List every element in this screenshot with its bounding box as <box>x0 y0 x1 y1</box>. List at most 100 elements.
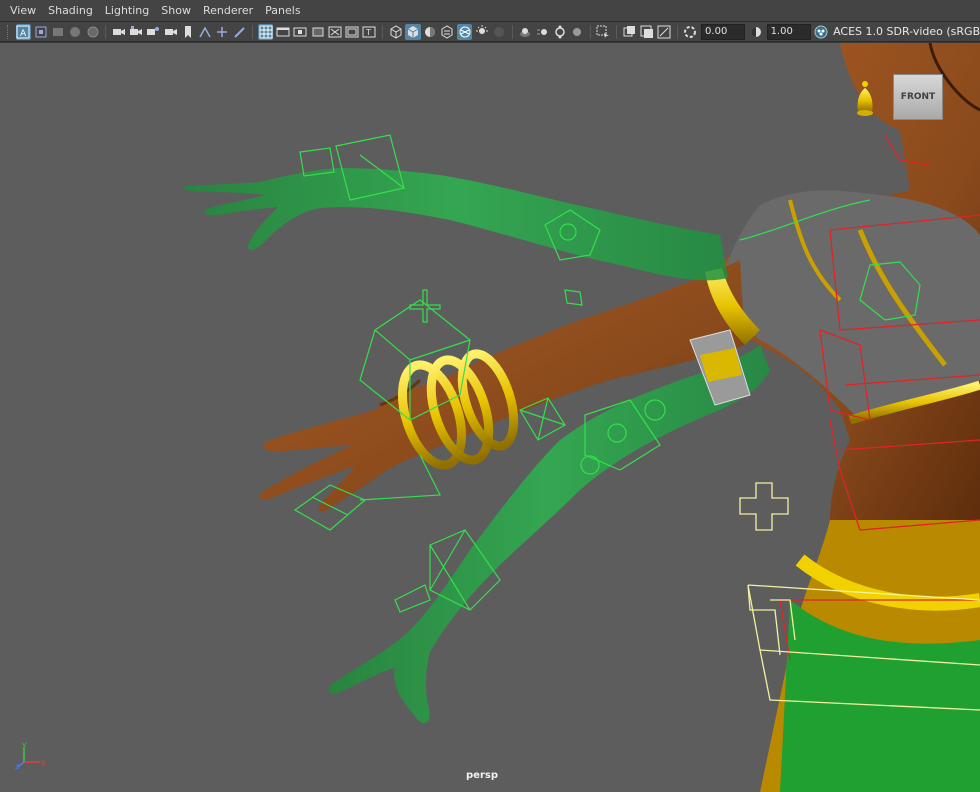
textured-cube-icon <box>441 24 453 39</box>
camera-gate-icon <box>129 25 142 35</box>
menu-lighting[interactable]: Lighting <box>99 0 155 22</box>
shaded-cube-icon <box>407 25 419 38</box>
resolution-gate-button[interactable] <box>128 24 143 40</box>
resolution-gate-icon <box>293 27 307 36</box>
toolbar-separator <box>616 24 618 39</box>
exposure-field[interactable]: 0.00 <box>701 23 746 40</box>
character-torso[interactable] <box>720 43 980 792</box>
menu-panels[interactable]: Panels <box>259 0 306 22</box>
x-axis-label: x <box>41 758 46 767</box>
smooth-shade-button[interactable] <box>405 23 421 40</box>
view-cube[interactable]: FRONT <box>893 74 943 120</box>
image-plane-icon <box>70 26 81 37</box>
shadows-button[interactable] <box>492 24 507 40</box>
motion-blur-button[interactable] <box>535 24 550 40</box>
toolbar-grip[interactable] <box>7 24 12 39</box>
safe-action-toggle-button[interactable] <box>345 24 360 40</box>
exposure-icon <box>684 25 697 38</box>
color-management-icon <box>814 25 828 38</box>
grid-icon <box>259 25 273 38</box>
camera-attributes-button[interactable] <box>33 24 48 40</box>
safe-action-button[interactable] <box>197 24 212 40</box>
lights-button[interactable] <box>474 24 489 40</box>
transform-icon <box>217 26 228 37</box>
resolution-gate-toggle-button[interactable] <box>293 24 308 40</box>
menu-renderer[interactable]: Renderer <box>197 0 259 22</box>
xray-button[interactable] <box>457 23 473 40</box>
menu-shading[interactable]: Shading <box>42 0 99 22</box>
safe-title-button[interactable] <box>215 24 230 40</box>
toolbar-separator <box>252 24 254 39</box>
svg-text:T: T <box>365 28 371 37</box>
gamma-field[interactable]: 1.00 <box>766 23 811 40</box>
field-chart-button[interactable] <box>163 24 178 40</box>
wireframe-button[interactable] <box>388 24 403 40</box>
field-chart-toggle-button[interactable] <box>327 24 342 40</box>
paint-icon <box>199 25 211 37</box>
svg-text:A: A <box>20 29 27 39</box>
motion-blur-icon <box>536 28 547 35</box>
gate-mask-button[interactable] <box>146 24 161 40</box>
textured-button[interactable] <box>440 24 455 40</box>
bookmark-button[interactable] <box>180 24 195 40</box>
shadow-icon <box>494 26 505 37</box>
default-material-button[interactable] <box>423 24 438 40</box>
anti-aliasing-button[interactable] <box>552 24 567 40</box>
gamma-button[interactable] <box>748 24 763 40</box>
select-camera-icon: A <box>16 25 30 39</box>
persp-viewport[interactable]: FRONT y z x persp <box>0 43 980 792</box>
camera-name-label: persp <box>466 770 498 781</box>
film-gate-button[interactable] <box>111 24 126 40</box>
screen-space-ao-button[interactable] <box>518 24 533 40</box>
view-cube-label: FRONT <box>900 92 936 102</box>
panel-toolbar: A T 0.00 1.00 ACES 1.0 SDR-video (sRGB <box>0 22 980 42</box>
light-bulb-icon <box>475 24 488 34</box>
menu-view[interactable]: View <box>4 0 42 22</box>
panel-menu-bar: View Shading Lighting Show Renderer Pane… <box>0 0 980 22</box>
grid-toggle-button[interactable] <box>258 23 274 40</box>
overlay-icon <box>640 25 653 38</box>
anti-aliasing-icon <box>555 25 565 38</box>
z-axis-label: z <box>15 762 19 770</box>
depth-of-field-button[interactable] <box>570 24 585 40</box>
image-plane-button[interactable] <box>68 24 83 40</box>
scene-canvas[interactable] <box>0 43 980 792</box>
isolate-select-icon <box>596 25 610 38</box>
camera-attributes-icon <box>35 26 47 37</box>
toolbar-separator <box>589 24 591 39</box>
gate-mask-icon <box>147 26 160 35</box>
gamma-icon <box>750 26 761 37</box>
film-gate-icon <box>276 27 290 36</box>
safe-title-toggle-button[interactable]: T <box>362 24 377 40</box>
ghost-arm-upper[interactable] <box>183 168 728 281</box>
title-icon: T <box>362 26 376 37</box>
isolate-select-button[interactable] <box>596 24 611 40</box>
toolbar-separator <box>511 24 513 39</box>
film-gate-toggle-button[interactable] <box>275 24 290 40</box>
menu-show[interactable]: Show <box>155 0 197 22</box>
two-d-pan-button[interactable] <box>85 24 100 40</box>
select-camera-button[interactable]: A <box>15 23 32 40</box>
exposure-button[interactable] <box>683 24 698 40</box>
grease-pencil-button[interactable] <box>232 24 247 40</box>
xray-joints-button[interactable] <box>622 24 637 40</box>
pencil-icon <box>233 26 245 38</box>
xray-icon <box>459 26 471 37</box>
toolbar-separator <box>382 24 383 39</box>
color-management-button[interactable] <box>814 24 829 40</box>
safe-action-icon <box>345 26 359 37</box>
backface-culling-button[interactable] <box>657 24 672 40</box>
mask-icon <box>312 27 324 36</box>
two-d-pan-icon <box>87 26 98 37</box>
field-chart-icon <box>164 28 177 35</box>
depth-of-field-icon <box>573 27 582 36</box>
bookmarks-icon <box>52 27 63 36</box>
movie-camera-icon <box>112 28 125 35</box>
xray-active-button[interactable] <box>639 24 654 40</box>
material-icon <box>425 26 436 37</box>
joints-icon <box>623 25 635 36</box>
axis-gizmo: y z x <box>15 740 46 770</box>
view-transform-selector[interactable]: ACES 1.0 SDR-video (sRGB <box>833 25 980 38</box>
bookmarks-button[interactable] <box>50 24 65 40</box>
gate-mask-toggle-button[interactable] <box>310 24 325 40</box>
